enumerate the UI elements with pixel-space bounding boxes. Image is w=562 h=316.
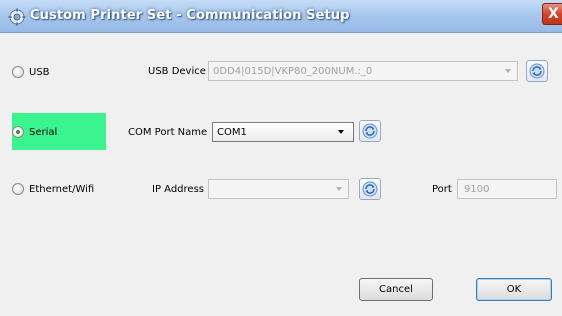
serial-refresh-button[interactable] [359,120,381,142]
com-port-value: COM1 [217,127,247,138]
refresh-icon [529,63,545,79]
port-value: 9100 [464,184,490,195]
close-icon: X [548,6,559,22]
serial-radio[interactable] [12,126,24,138]
usb-radio-option[interactable]: USB [12,63,50,81]
close-button[interactable]: X [542,3,562,25]
title-bar[interactable]: Custom Printer Set - Communication Setup… [0,0,562,33]
ip-address-select[interactable] [208,179,349,199]
usb-radio[interactable] [12,66,24,78]
ethernet-refresh-button[interactable] [359,178,381,200]
usb-device-label: USB Device [148,66,206,77]
ethernet-radio-label: Ethernet/Wifi [29,183,95,195]
refresh-icon [362,181,378,197]
ethernet-radio-option[interactable]: Ethernet/Wifi [12,180,94,198]
serial-radio-label: Serial [29,126,58,138]
com-port-select[interactable]: COM1 [212,122,354,142]
usb-refresh-button[interactable] [526,60,548,82]
ethernet-radio[interactable] [12,183,24,195]
window-title: Custom Printer Set - Communication Setup [30,8,350,23]
cancel-button[interactable]: Cancel [359,278,433,301]
ok-button[interactable]: OK [476,278,552,301]
communication-setup-window: Custom Printer Set - Communication Setup… [0,0,562,316]
ip-address-label: IP Address [152,184,204,195]
chevron-down-icon [505,69,511,73]
port-label: Port [432,184,452,195]
chevron-down-icon [338,130,344,134]
app-icon [8,8,26,26]
usb-device-value: 0DD4|015D|VKP80_200NUM.:_0 [213,66,373,77]
port-input[interactable]: 9100 [457,179,557,199]
serial-radio-option[interactable]: Serial [12,123,57,141]
usb-device-select[interactable]: 0DD4|015D|VKP80_200NUM.:_0 [208,61,518,81]
chevron-down-icon [336,187,342,191]
refresh-icon [362,123,378,139]
usb-radio-label: USB [29,66,50,78]
dialog-body: USB USB Device 0DD4|015D|VKP80_200NUM.:_… [0,33,562,316]
com-port-label: COM Port Name [128,127,208,138]
